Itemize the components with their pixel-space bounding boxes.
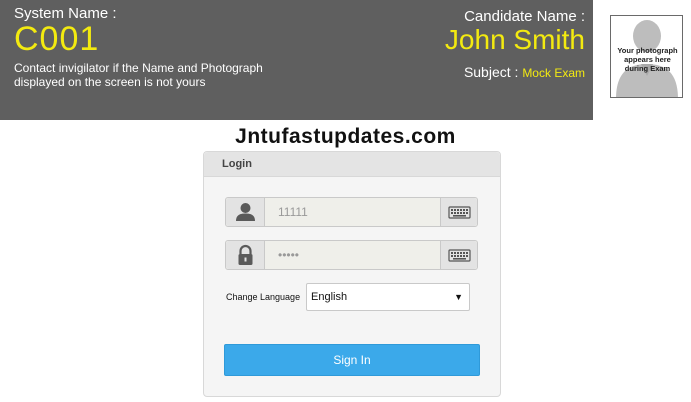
keyboard-icon (448, 206, 471, 219)
username-input[interactable] (266, 198, 440, 226)
candidate-name-label: Candidate Name : (464, 8, 585, 25)
keyboard-icon (448, 249, 471, 262)
site-title: Jntufastupdates.com (235, 125, 456, 148)
candidate-photo: Your photograph appears here during Exam (610, 15, 683, 98)
contact-invigilator-note: Contact invigilator if the Name and Phot… (14, 61, 263, 89)
subject-label: Subject : (463, 64, 519, 80)
candidate-name-value: John Smith (444, 24, 585, 55)
change-language-label: Change Language (226, 292, 301, 302)
language-selected-value: English (311, 291, 348, 303)
caret-down-icon: ▼ (454, 292, 463, 302)
password-input[interactable] (266, 241, 440, 269)
system-name-value: C001 (14, 20, 100, 58)
login-panel: Login 11111 Change Language English ▼ Si… (203, 151, 501, 397)
lock-addon (226, 241, 265, 269)
photo-slot: Your photograph appears here during Exam (593, 0, 691, 120)
username-field (225, 197, 478, 227)
login-title: Login (204, 152, 500, 177)
subject-row: Subject : Mock Exam (464, 64, 585, 80)
language-select[interactable]: English ▼ (306, 283, 470, 311)
sign-in-button[interactable]: Sign In (224, 344, 480, 376)
subject-value: Mock Exam (522, 66, 585, 80)
password-keyboard-button[interactable] (440, 241, 477, 269)
lock-icon (238, 244, 253, 265)
exam-header: System Name : C001 Contact invigilator i… (0, 0, 691, 120)
user-addon (226, 198, 265, 226)
password-field (225, 240, 478, 270)
user-icon (236, 203, 255, 221)
username-keyboard-button[interactable] (440, 198, 477, 226)
photo-placeholder-text: Your photograph appears here during Exam (617, 46, 678, 73)
